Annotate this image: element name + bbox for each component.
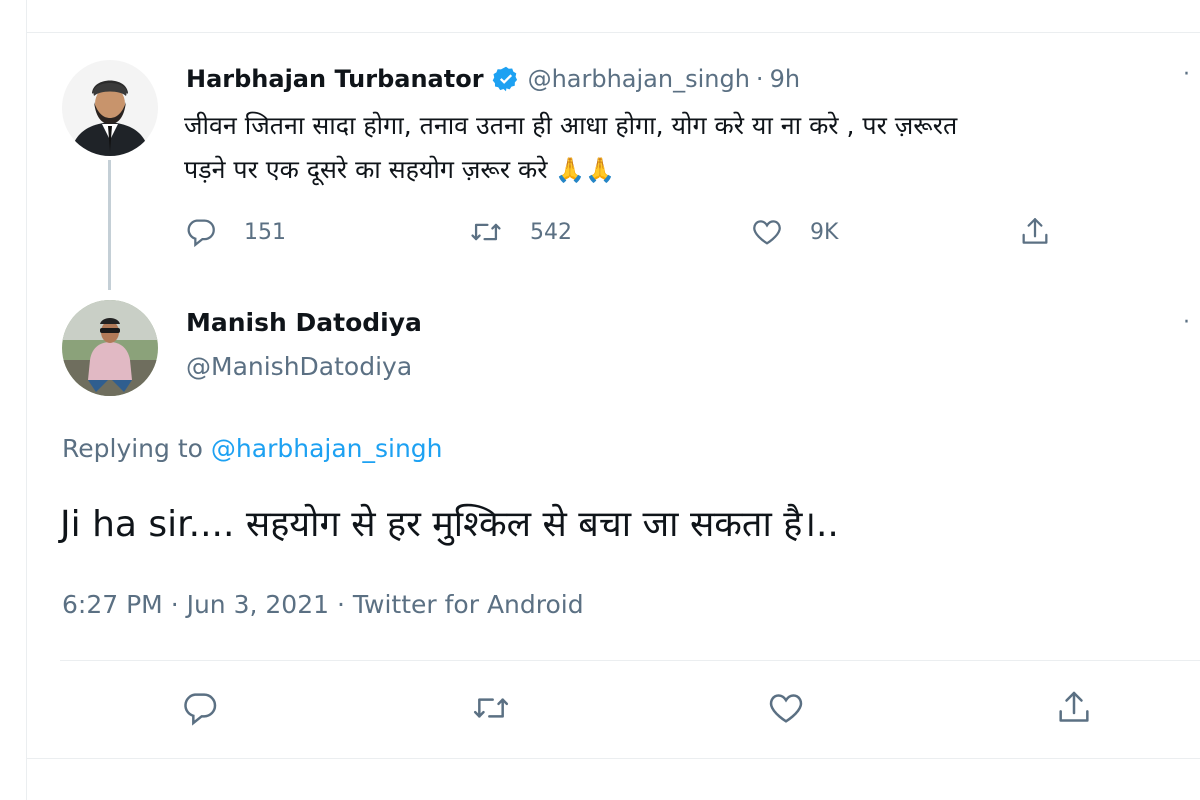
share-icon bbox=[1059, 691, 1089, 722]
avatar-manish[interactable] bbox=[62, 300, 158, 396]
tweet-text: जीवन जितना सादा होगा, तनाव उतना ही आधा ह… bbox=[184, 104, 1174, 192]
folded-hands-emoji: 🙏🙏 bbox=[555, 156, 616, 184]
reply-author-handle[interactable]: @ManishDatodiya bbox=[186, 352, 412, 381]
tweet-header: Harbhajan Turbanator @harbhajan_singh · … bbox=[186, 60, 800, 98]
tweet-text-line-1: जीवन जितना सादा होगा, तनाव उतना ही आधा ह… bbox=[184, 111, 958, 140]
more-icon[interactable]: · bbox=[1183, 312, 1192, 334]
tweet-text-line-2: पड़ने पर एक दूसरे का सहयोग ज़रूर करे bbox=[184, 155, 548, 184]
verified-badge-icon bbox=[492, 66, 517, 92]
separator-dot: · bbox=[170, 590, 179, 619]
retweet-icon bbox=[471, 223, 501, 241]
actions-divider bbox=[60, 660, 1200, 661]
like-icon bbox=[753, 220, 781, 245]
top-divider bbox=[27, 32, 1200, 33]
share-button[interactable] bbox=[1054, 686, 1094, 730]
retweet-count: 542 bbox=[530, 219, 572, 245]
tweet-time[interactable]: 6:27 PM bbox=[62, 590, 163, 619]
retweet-icon bbox=[473, 698, 509, 718]
separator-dot: · bbox=[755, 65, 764, 93]
like-button[interactable] bbox=[766, 686, 806, 730]
tweet-age[interactable]: 9h bbox=[770, 65, 800, 93]
author-name[interactable]: Harbhajan Turbanator bbox=[186, 65, 484, 93]
tweet-metadata: 6:27 PM · Jun 3, 2021 · Twitter for Andr… bbox=[62, 590, 584, 619]
reply-count: 151 bbox=[244, 219, 286, 245]
thread-connector bbox=[108, 160, 111, 290]
author-handle[interactable]: @harbhajan_singh bbox=[528, 65, 750, 93]
retweet-button[interactable] bbox=[470, 686, 512, 730]
replying-to: Replying to @harbhajan_singh bbox=[62, 434, 443, 463]
avatar-harbhajan[interactable] bbox=[62, 60, 158, 156]
like-button[interactable]: 9K bbox=[750, 210, 838, 254]
reply-author-name[interactable]: Manish Datodiya bbox=[186, 308, 422, 337]
reply-icon bbox=[184, 693, 217, 726]
more-icon[interactable]: · bbox=[1183, 64, 1192, 86]
share-icon bbox=[1022, 218, 1048, 244]
separator-dot: · bbox=[336, 590, 345, 619]
bottom-divider bbox=[27, 758, 1200, 759]
retweet-button[interactable]: 542 bbox=[468, 210, 572, 254]
reply-icon bbox=[187, 219, 215, 248]
tweet-date[interactable]: Jun 3, 2021 bbox=[187, 590, 329, 619]
timeline-border bbox=[26, 0, 27, 800]
tweet-thread: Harbhajan Turbanator @harbhajan_singh · … bbox=[0, 0, 1200, 800]
share-button[interactable] bbox=[1018, 210, 1052, 254]
reply-tweet-text: Ji ha sir.... सहयोग से हर मुश्किल से बचा… bbox=[60, 504, 839, 545]
reply-button[interactable]: 151 bbox=[184, 210, 286, 254]
reply-tweet-actions bbox=[180, 686, 1120, 736]
like-icon bbox=[769, 694, 803, 723]
reply-button[interactable] bbox=[180, 686, 220, 730]
replying-mention-link[interactable]: @harbhajan_singh bbox=[211, 434, 443, 463]
tweet-source[interactable]: Twitter for Android bbox=[353, 590, 584, 619]
like-count: 9K bbox=[810, 219, 839, 245]
replying-prefix: Replying to bbox=[62, 434, 203, 463]
tweet-actions: 151 542 9K bbox=[184, 210, 1064, 254]
